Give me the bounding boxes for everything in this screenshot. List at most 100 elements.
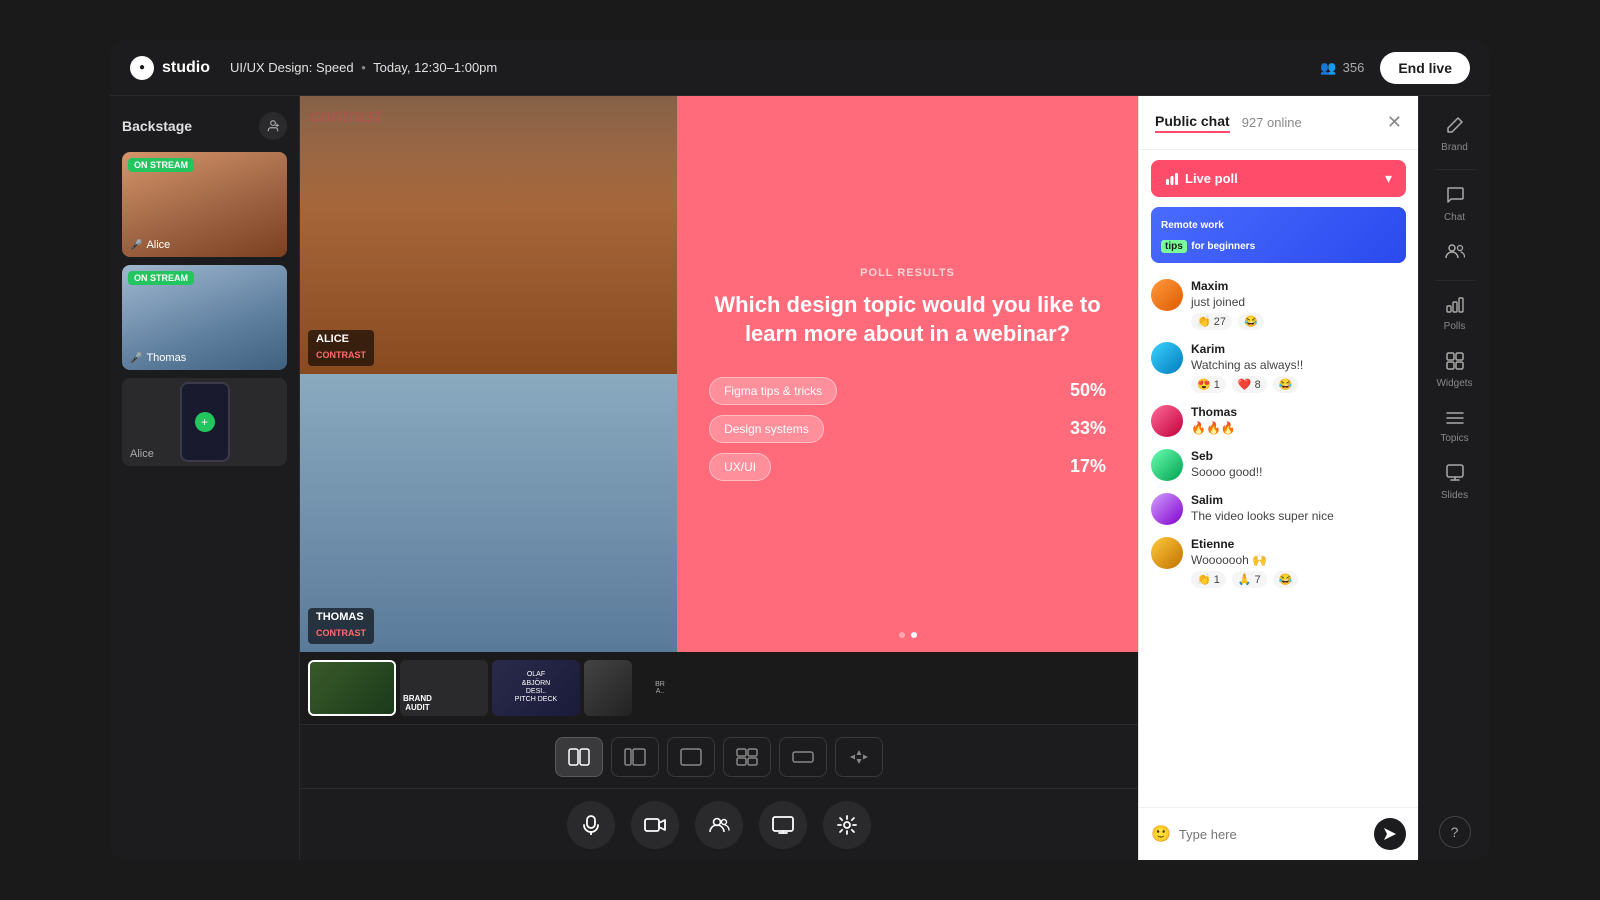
- layout-split-button[interactable]: [555, 737, 603, 777]
- screen-name-label: Alice: [130, 448, 154, 460]
- speaker-card-alice[interactable]: On stream 🎤 Alice: [122, 152, 287, 257]
- slides-icon: [1446, 464, 1464, 487]
- alice-name-label: Alice: [146, 239, 170, 251]
- reaction-laugh-etienne[interactable]: 😂: [1273, 571, 1299, 588]
- reaction-clap-maxim[interactable]: 👏 27: [1191, 313, 1232, 330]
- camera-button[interactable]: [631, 801, 679, 849]
- layout-auto-button[interactable]: [835, 737, 883, 777]
- nav-item-widgets[interactable]: Widgets: [1427, 344, 1483, 397]
- nav-item-topics[interactable]: Topics: [1427, 401, 1483, 452]
- alice-sub: CONTRAST: [316, 350, 366, 360]
- video-grid: contrast ALICE CONTRAST: [300, 96, 1138, 652]
- audience-button[interactable]: [695, 801, 743, 849]
- poll-option-text-1: Figma tips & tricks: [709, 377, 837, 405]
- thomas-sub: CONTRAST: [316, 628, 366, 638]
- chat-header-left: Public chat 927 online: [1155, 113, 1302, 133]
- nav-label-slides: Slides: [1441, 490, 1468, 501]
- msg-name-maxim: Maxim: [1191, 279, 1406, 293]
- msg-name-etienne: Etienne: [1191, 537, 1406, 551]
- session-title: UI/UX Design: Speed: [230, 60, 354, 75]
- nav-item-chat[interactable]: Chat: [1427, 178, 1483, 231]
- poll-option-1: Figma tips & tricks 50%: [709, 377, 1106, 405]
- thumb-3[interactable]: OLAF&BJÖRNDESI..PITCH DECK: [492, 660, 580, 716]
- mic-icon-thomas: 🎤: [130, 353, 142, 364]
- chat-close-button[interactable]: ✕: [1387, 112, 1402, 133]
- nav-item-polls[interactable]: Polls: [1427, 289, 1483, 340]
- viewers-icon: 👥: [1320, 60, 1336, 76]
- stage-thumbnails: BRANDAUDIT OLAF&BJÖRNDESI..PITCH DECK BR…: [300, 652, 1138, 724]
- chat-online-count: 927 online: [1242, 115, 1302, 130]
- poll-pct-2: 33%: [1070, 418, 1106, 439]
- chat-input[interactable]: [1179, 827, 1366, 842]
- chat-message-karim: Karim Watching as always!! 😍 1 ❤️ 8 😂: [1151, 342, 1406, 393]
- help-button[interactable]: ?: [1439, 816, 1471, 848]
- reaction-pray-etienne[interactable]: 🙏 7: [1232, 571, 1267, 588]
- logo-text: studio: [162, 59, 210, 77]
- msg-text-etienne: Wooooooh 🙌: [1191, 553, 1406, 567]
- audience-nav-icon: [1445, 243, 1465, 264]
- logo-icon: [130, 56, 154, 80]
- edit-icon: [1446, 116, 1464, 139]
- backstage-header: Backstage: [122, 112, 287, 140]
- nav-item-audience[interactable]: [1427, 235, 1483, 272]
- poll-chevron-icon: ▾: [1385, 170, 1392, 187]
- avatar-seb: [1151, 449, 1183, 481]
- video-left: contrast ALICE CONTRAST: [300, 96, 677, 652]
- reaction-laugh-karim[interactable]: 😂: [1273, 376, 1299, 393]
- chat-header: Public chat 927 online ✕: [1139, 96, 1418, 150]
- msg-reactions-maxim: 👏 27 😂: [1191, 313, 1406, 330]
- nav-item-slides[interactable]: Slides: [1427, 456, 1483, 509]
- thumb-1[interactable]: [308, 660, 396, 716]
- layout-side-button[interactable]: [611, 737, 659, 777]
- widget-banner: Remote work tips for beginners: [1151, 207, 1406, 263]
- chat-input-area: 🙂: [1139, 807, 1418, 860]
- screen-share-button[interactable]: [759, 801, 807, 849]
- video-cell-thomas: THOMAS CONTRAST: [300, 374, 677, 652]
- msg-text-salim: The video looks super nice: [1191, 509, 1406, 523]
- live-poll-bar[interactable]: Live poll ▾: [1151, 160, 1406, 197]
- layout-grid-button[interactable]: [723, 737, 771, 777]
- avatar-maxim: [1151, 279, 1183, 311]
- end-live-button[interactable]: End live: [1380, 52, 1470, 84]
- poll-options: Figma tips & tricks 50% Design systems 3…: [709, 377, 1106, 481]
- on-stream-badge-thomas: On stream: [128, 271, 194, 285]
- reaction-love-karim[interactable]: 😍 1: [1191, 376, 1226, 393]
- viewers-number: 356: [1343, 60, 1365, 75]
- chat-panel: Public chat 927 online ✕ Live poll ▾: [1138, 96, 1418, 860]
- poll-question: Which design topic would you like to lea…: [709, 291, 1106, 348]
- thomas-name-label: Thomas: [146, 352, 186, 364]
- layout-single-button[interactable]: [667, 737, 715, 777]
- chat-tab-public[interactable]: Public chat: [1155, 113, 1230, 133]
- thumb-4[interactable]: [584, 660, 632, 716]
- mic-button[interactable]: [567, 801, 615, 849]
- logo: studio: [130, 56, 210, 80]
- app-window: studio UI/UX Design: Speed • Today, 12:3…: [110, 40, 1490, 860]
- nav-label-chat: Chat: [1444, 212, 1465, 223]
- bottom-controls: [300, 788, 1138, 860]
- chat-message-salim: Salim The video looks super nice: [1151, 493, 1406, 525]
- avatar-etienne: [1151, 537, 1183, 569]
- thumb-5[interactable]: BRA..: [636, 660, 684, 716]
- chat-message-thomas: Thomas 🔥🔥🔥: [1151, 405, 1406, 437]
- thomas-name: THOMAS: [316, 611, 366, 623]
- poll-pct-1: 50%: [1070, 380, 1106, 401]
- reaction-laugh-maxim[interactable]: 😂: [1238, 313, 1264, 330]
- speaker-card-thomas[interactable]: On stream 🎤 Thomas: [122, 265, 287, 370]
- thomas-speaker-label: THOMAS CONTRAST: [308, 608, 374, 644]
- poll-option-3: UX/UI 17%: [709, 453, 1106, 481]
- thumb-2[interactable]: BRANDAUDIT: [400, 660, 488, 716]
- reaction-heart-karim[interactable]: ❤️ 8: [1232, 376, 1267, 393]
- msg-reactions-karim: 😍 1 ❤️ 8 😂: [1191, 376, 1406, 393]
- chat-message-maxim: Maxim just joined 👏 27 😂: [1151, 279, 1406, 330]
- send-button[interactable]: [1374, 818, 1406, 850]
- nav-item-brand[interactable]: Brand: [1427, 108, 1483, 161]
- right-icon-nav: Brand Chat: [1418, 96, 1490, 860]
- reaction-clap-etienne[interactable]: 👏 1: [1191, 571, 1226, 588]
- add-person-button[interactable]: [259, 112, 287, 140]
- msg-text-maxim: just joined: [1191, 295, 1406, 309]
- settings-button[interactable]: [823, 801, 871, 849]
- msg-name-karim: Karim: [1191, 342, 1406, 356]
- speaker-card-screen[interactable]: + Alice: [122, 378, 287, 466]
- viewers-count: 👥 356: [1320, 60, 1364, 76]
- layout-full-button[interactable]: [779, 737, 827, 777]
